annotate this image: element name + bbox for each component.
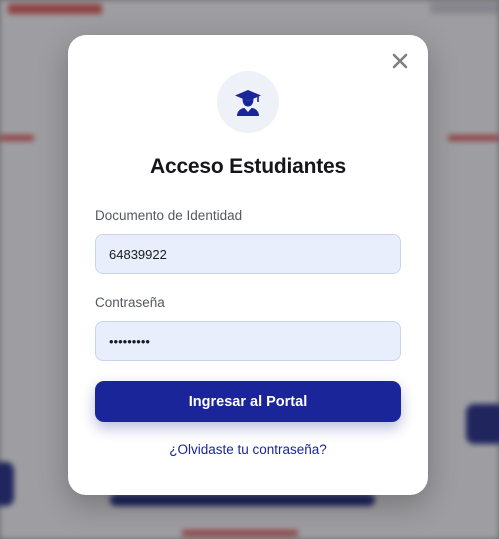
graduate-icon: [235, 90, 261, 116]
password-label: Contraseña: [95, 295, 165, 310]
document-label: Documento de Identidad: [95, 208, 243, 223]
close-button[interactable]: [388, 49, 412, 73]
forgot-password-link[interactable]: ¿Olvidaste tu contraseña?: [68, 442, 428, 457]
modal-title: Acceso Estudiantes: [150, 155, 346, 178]
password-input[interactable]: [95, 321, 401, 361]
close-icon: [392, 53, 408, 69]
login-modal: Acceso Estudiantes Documento de Identida…: [68, 35, 428, 495]
graduate-icon-badge: [217, 71, 279, 133]
document-input[interactable]: [95, 234, 401, 274]
login-submit-button[interactable]: Ingresar al Portal: [95, 381, 401, 422]
